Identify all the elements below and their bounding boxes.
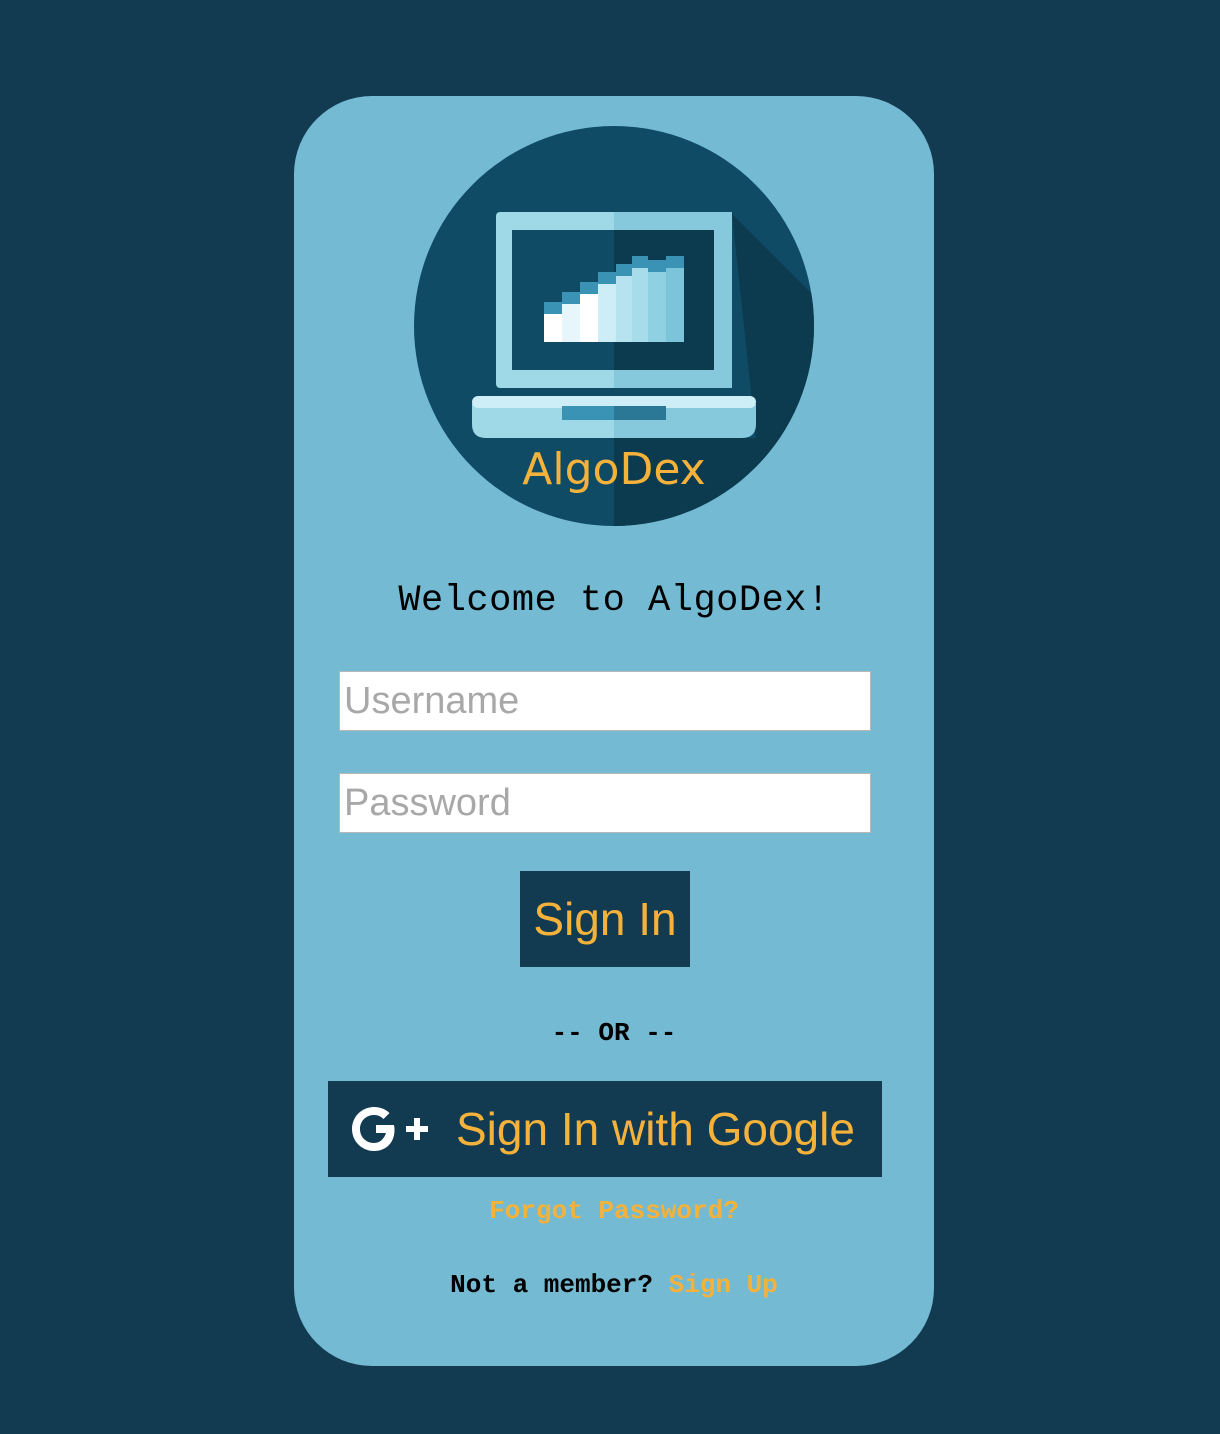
google-plus-icon (350, 1103, 430, 1155)
or-divider: -- OR -- (551, 1018, 677, 1048)
google-sign-in-button[interactable]: Sign In with Google (328, 1081, 882, 1177)
laptop-chart-icon: AlgoDex (414, 126, 814, 526)
google-sign-in-label: Sign In with Google (456, 1103, 855, 1155)
logo-wordmark: AlgoDex (522, 444, 705, 495)
username-input[interactable] (339, 671, 871, 731)
member-prompt: Not a member? Sign Up (294, 1270, 934, 1300)
algodex-logo: AlgoDex (414, 126, 814, 526)
password-input[interactable] (339, 773, 871, 833)
sign-in-button[interactable]: Sign In (520, 871, 690, 967)
forgot-password-link[interactable]: Forgot Password? (294, 1196, 934, 1226)
login-card: AlgoDex Welcome to AlgoDex! Sign In -- O… (294, 96, 934, 1366)
member-prompt-text: Not a member? (450, 1270, 653, 1300)
welcome-heading: Welcome to AlgoDex! (398, 580, 830, 622)
sign-up-link[interactable]: Sign Up (669, 1270, 778, 1300)
